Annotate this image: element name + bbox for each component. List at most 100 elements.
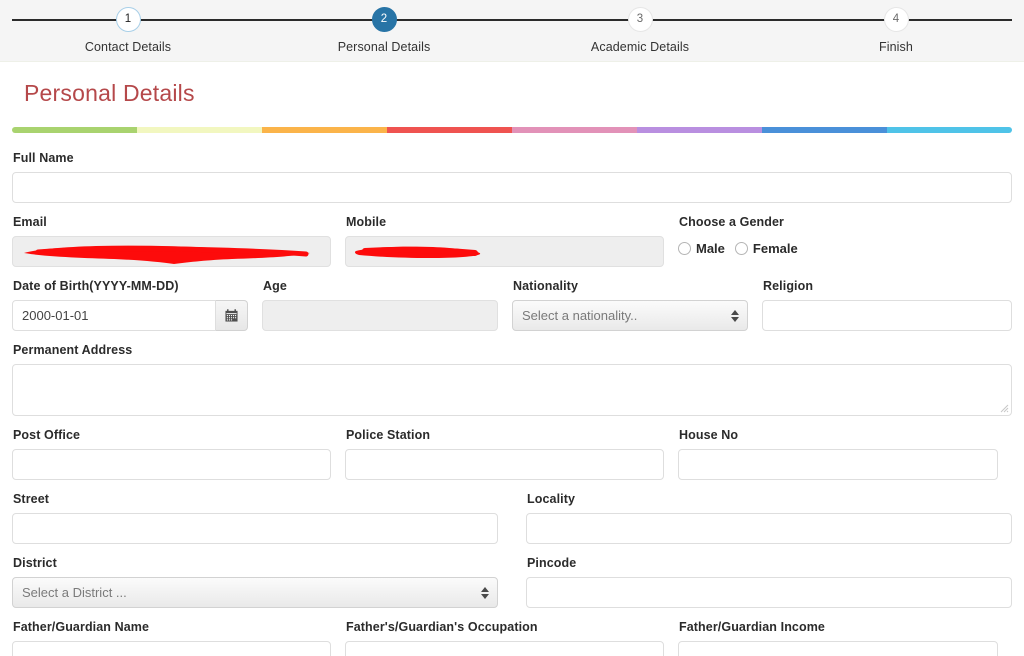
stepper-circle-1: 1 — [115, 7, 141, 32]
label-nationality: Nationality — [513, 279, 578, 293]
stepper-label: Personal Details — [337, 40, 431, 54]
father-occupation-input[interactable] — [345, 641, 664, 656]
label-dob: Date of Birth(YYYY-MM-DD) — [13, 279, 179, 293]
father-name-input[interactable] — [12, 641, 331, 656]
street-input[interactable] — [12, 513, 498, 544]
color-segment-2 — [262, 127, 387, 133]
stepper-steps: 1 Contact Details 2 Personal Details 3 Academ… — [0, 0, 1024, 54]
radio-button-icon[interactable] — [678, 242, 691, 255]
color-segment-1 — [137, 127, 262, 133]
field-pincode: Pincode — [526, 556, 1012, 608]
field-father-income: Father/Guardian Income — [678, 620, 998, 656]
stepper-circle-2: 2 — [371, 7, 397, 32]
label-father-occupation: Father's/Guardian's Occupation — [346, 620, 538, 634]
label-father-name: Father/Guardian Name — [13, 620, 150, 634]
stepper-label: Finish — [879, 40, 913, 54]
gender-radio-group[interactable]: Male Female — [678, 236, 808, 256]
calendar-icon[interactable] — [216, 300, 248, 331]
label-street: Street — [13, 492, 50, 506]
post-office-input[interactable] — [12, 449, 331, 480]
gender-option-label: Male — [696, 241, 725, 256]
progress-stepper: 1 Contact Details 2 Personal Details 3 Academ… — [0, 0, 1024, 62]
full-name-input[interactable] — [12, 172, 1012, 203]
label-gender: Choose a Gender — [679, 215, 784, 229]
label-house-no: House No — [679, 428, 739, 442]
field-house-no: House No — [678, 428, 998, 480]
dob-input[interactable] — [12, 300, 216, 331]
color-segment-4 — [512, 127, 637, 133]
row-permanent-address: Permanent Address — [12, 343, 1012, 416]
email-input[interactable] — [12, 236, 331, 267]
label-email: Email — [13, 215, 47, 229]
calendar-glyph — [225, 309, 238, 322]
stepper-number: 2 — [380, 12, 388, 25]
field-full-name: Full Name — [12, 151, 1012, 203]
label-mobile: Mobile — [346, 215, 387, 229]
stepper-label: Contact Details — [84, 40, 172, 54]
color-segment-3 — [387, 127, 512, 133]
field-age: Age — [262, 279, 512, 331]
label-father-income: Father/Guardian Income — [679, 620, 825, 634]
nationality-select[interactable]: Select a nationality.. — [512, 300, 748, 331]
gender-option-male[interactable]: Male — [678, 241, 725, 256]
row-street-locality: Street Locality — [12, 492, 1012, 544]
radio-button-icon[interactable] — [734, 242, 748, 255]
row-district-pincode: District Select a District ... Pincode — [12, 556, 1012, 608]
stepper-step-3[interactable]: 3 Academic Details — [512, 0, 768, 54]
label-permanent-address: Permanent Address — [13, 343, 133, 357]
label-police-station: Police Station — [346, 428, 431, 442]
stepper-step-4[interactable]: 4 Finish — [768, 0, 1024, 54]
field-dob: Date of Birth(YYYY-MM-DD) — [12, 279, 262, 331]
label-district: District — [13, 556, 57, 570]
locality-input[interactable] — [526, 513, 1012, 544]
label-pincode: Pincode — [527, 556, 577, 570]
permanent-address-textarea[interactable] — [12, 364, 1012, 416]
stepper-number: 3 — [636, 12, 644, 25]
field-father-occupation: Father's/Guardian's Occupation — [345, 620, 678, 656]
stepper-circle-3: 3 — [627, 7, 653, 32]
mobile-input[interactable] — [345, 236, 664, 267]
label-age: Age — [263, 279, 287, 293]
stepper-label: Academic Details — [590, 40, 690, 54]
gender-option-label: Female — [752, 241, 798, 256]
row-postoffice-policestation-houseno: Post Office Police Station House No — [12, 428, 1012, 480]
label-locality: Locality — [527, 492, 576, 506]
label-post-office: Post Office — [13, 428, 81, 442]
gender-option-female[interactable]: Female — [734, 241, 798, 256]
father-income-input[interactable] — [678, 641, 998, 656]
field-post-office: Post Office — [12, 428, 345, 480]
field-mobile: Mobile — [345, 215, 678, 267]
field-locality: Locality — [526, 492, 1012, 544]
page-title: Personal Details — [24, 80, 195, 106]
stepper-step-2[interactable]: 2 Personal Details — [256, 0, 512, 54]
field-religion: Religion — [762, 279, 1012, 331]
field-email: Email — [12, 215, 345, 267]
color-segment-0 — [12, 127, 137, 133]
stepper-circle-4: 4 — [883, 7, 909, 32]
row-email-mobile-gender: Email Mobile Choose a Gender Male Female — [12, 215, 1012, 267]
field-father-name: Father/Guardian Name — [12, 620, 345, 656]
house-no-input[interactable] — [678, 449, 998, 480]
field-district: District Select a District ... — [12, 556, 512, 608]
color-segment-7 — [887, 127, 1012, 133]
stepper-number: 1 — [124, 12, 132, 25]
color-segment-6 — [762, 127, 887, 133]
field-nationality: Nationality Select a nationality.. — [512, 279, 762, 331]
pincode-input[interactable] — [526, 577, 1012, 608]
stepper-number: 4 — [892, 12, 900, 25]
field-gender: Choose a Gender Male Female — [678, 215, 808, 267]
row-full-name: Full Name — [12, 151, 1012, 203]
police-station-input[interactable] — [345, 449, 664, 480]
field-street: Street — [12, 492, 512, 544]
label-religion: Religion — [763, 279, 814, 293]
stepper-step-1[interactable]: 1 Contact Details — [0, 0, 256, 54]
form-page: Personal Details Full Name Email Mobile — [0, 80, 1024, 656]
color-segment-5 — [637, 127, 762, 133]
religion-input[interactable] — [762, 300, 1012, 331]
district-select[interactable]: Select a District ... — [12, 577, 498, 608]
field-police-station: Police Station — [345, 428, 678, 480]
field-permanent-address: Permanent Address — [12, 343, 1012, 416]
age-input[interactable] — [262, 300, 498, 331]
label-full-name: Full Name — [13, 151, 74, 165]
row-father-guardian: Father/Guardian Name Father's/Guardian's… — [12, 620, 1012, 656]
